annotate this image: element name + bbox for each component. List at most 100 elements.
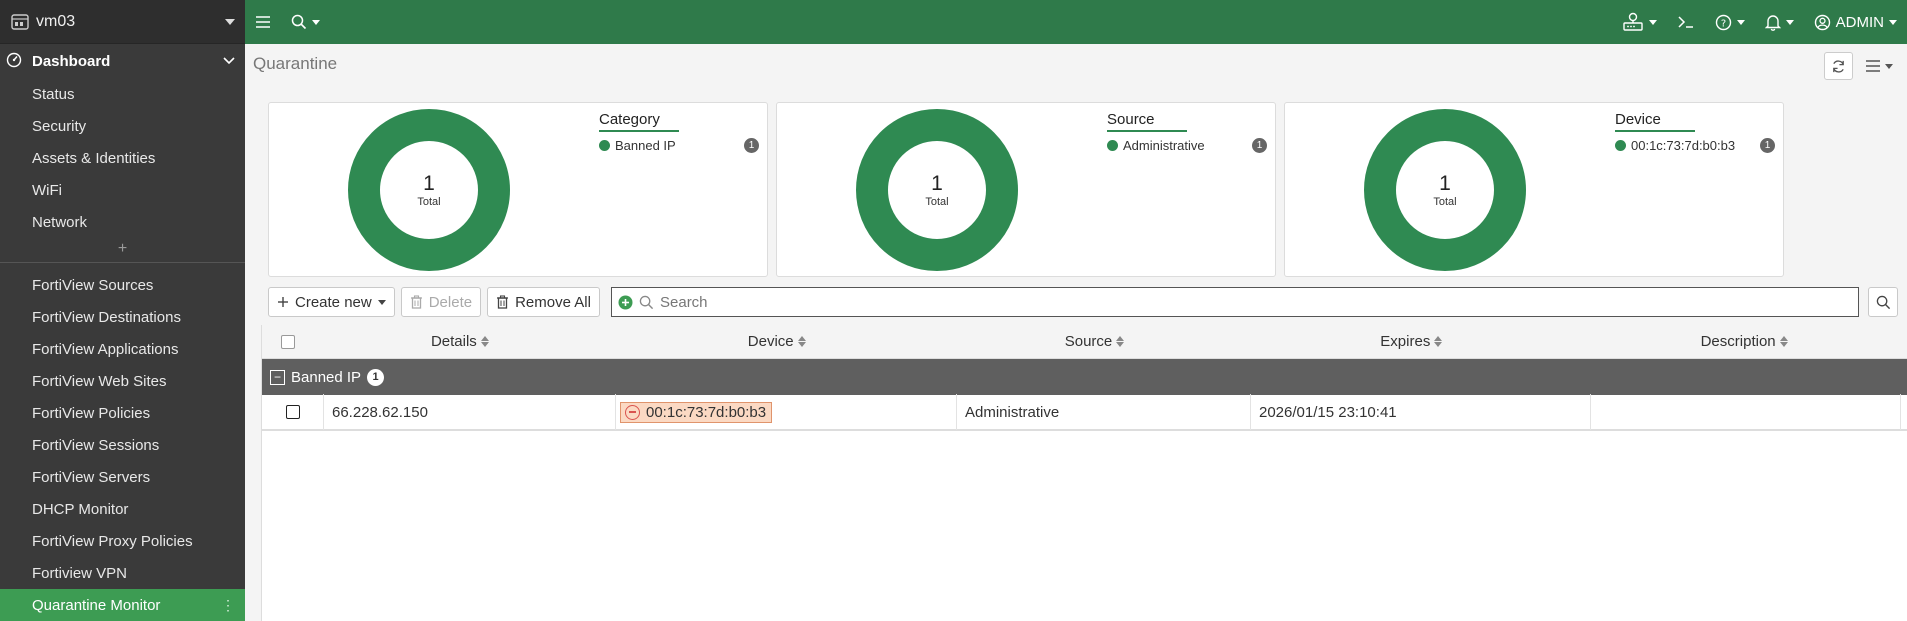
create-new-label: Create new [295,293,372,311]
refresh-button[interactable] [1824,52,1853,80]
device-selector[interactable]: vm03 [0,0,245,44]
column-header-description[interactable]: Description [1581,325,1907,359]
column-header-source[interactable]: Source [948,325,1242,359]
sidebar-item-label: Network [32,213,88,231]
admin-label: ADMIN [1835,13,1884,31]
remove-all-button[interactable]: Remove All [487,287,600,317]
sidebar: vm03 Dashboard Status Security Assets & … [0,0,245,621]
donut-total-value: 1 [931,171,943,195]
column-header-device[interactable]: Device [606,325,948,359]
legend-item[interactable]: Administrative 1 [1107,138,1267,153]
sidebar-item-quarantine-monitor[interactable]: Quarantine Monitor ⋮ [0,589,245,621]
sidebar-item-label: Fortiview VPN [32,564,128,582]
sidebar-item-fortiview-web-sites[interactable]: FortiView Web Sites [0,365,245,397]
remove-all-label: Remove All [515,293,591,311]
more-options-icon[interactable]: ⋮ [221,597,235,614]
column-header-label: Details [430,333,477,350]
view-options-button[interactable] [1861,52,1897,80]
donut-total-value: 1 [1439,171,1451,195]
search-icon [1876,295,1890,309]
search-icon [639,295,654,309]
menu-toggle-button[interactable] [245,0,281,44]
sort-icon [797,336,806,347]
sidebar-item-fortiview-servers[interactable]: FortiView Servers [0,461,245,493]
table-toolbar: Create new Delete Remove All [268,287,600,317]
sidebar-section-dashboard[interactable]: Dashboard [0,48,245,74]
sidebar-item-fortiview-proxy-policies[interactable]: FortiView Proxy Policies [0,525,245,557]
sidebar-item-fortiview-sources[interactable]: FortiView Sources [0,269,245,301]
description-cell [1591,394,1901,430]
sidebar-item-label: FortiView Servers [32,468,151,486]
legend-item-label: Administrative [1123,138,1205,153]
delete-button[interactable]: Delete [400,287,482,317]
donut-total-label: Total [1433,195,1457,208]
legend-item-label: 00:1c:73:7d:b0:b3 [1631,138,1736,153]
legend-count-badge: 1 [1760,138,1775,153]
sidebar-item-fortiview-vpn[interactable]: Fortiview VPN [0,557,245,589]
table-row[interactable]: 66.228.62.150 00:1c:73:7d:b0:b3 Administ… [262,394,1907,431]
group-label: Banned IP [291,368,362,386]
divider [0,262,245,263]
legend-title: Category [599,111,679,132]
notifications-button[interactable] [1755,0,1804,44]
legend-count-badge: 1 [744,138,759,153]
column-header-label: Source [1064,333,1113,350]
svg-text:?: ? [1721,18,1726,29]
sidebar-item-label: Security [32,117,87,135]
trash-icon [497,295,509,309]
sidebar-item-fortiview-sessions[interactable]: FortiView Sessions [0,429,245,461]
help-button[interactable]: ? [1705,0,1755,44]
sort-icon [1116,336,1125,347]
sidebar-item-fortiview-destinations[interactable]: FortiView Destinations [0,301,245,333]
refresh-icon [1833,59,1844,73]
column-header-label: Expires [1380,333,1431,350]
page-title: Quarantine [253,54,338,73]
sidebar-item-assets-identities[interactable]: Assets & Identities [0,142,245,174]
source-cell: Administrative [957,394,1251,430]
collapse-icon[interactable]: − [270,369,285,385]
remove-circle-icon [625,404,640,420]
row-checkbox[interactable] [285,405,300,419]
chevron-down-icon [1736,19,1745,25]
search-submit-button[interactable] [1868,287,1898,317]
column-header-details[interactable]: Details [314,325,606,359]
sort-icon [480,336,489,347]
dashboard-label: Dashboard [32,52,111,70]
sidebar-item-fortiview-policies[interactable]: FortiView Policies [0,397,245,429]
select-all-checkbox[interactable] [280,334,295,349]
add-dashboard-button[interactable]: + [0,238,245,260]
legend-item[interactable]: Banned IP 1 [599,138,759,153]
device-cell: 00:1c:73:7d:b0:b3 [616,394,957,430]
sidebar-item-network[interactable]: Network [0,206,245,238]
device-chip[interactable]: 00:1c:73:7d:b0:b3 [620,401,773,423]
chevron-down-icon [312,19,320,25]
sidebar-item-label: FortiView Web Sites [32,372,167,390]
create-new-button[interactable]: Create new [268,287,395,317]
security-fabric-button[interactable] [1612,0,1667,44]
legend-dot-icon [599,140,610,151]
sidebar-item-wifi[interactable]: WiFi [0,174,245,206]
sidebar-item-dhcp-monitor[interactable]: DHCP Monitor [0,493,245,525]
admin-menu-button[interactable]: ADMIN [1804,0,1907,44]
device-icon [10,13,30,31]
global-search-button[interactable] [281,0,330,44]
group-row-banned-ip[interactable]: − Banned IP 1 [262,359,1907,395]
sidebar-item-fortiview-applications[interactable]: FortiView Applications [0,333,245,365]
chart-legend: Source Administrative 1 [1107,111,1267,153]
search-input[interactable] [660,293,1858,311]
cli-console-button[interactable] [1667,0,1705,44]
sort-icon [1434,336,1443,347]
search-icon [291,14,307,30]
legend-item[interactable]: 00:1c:73:7d:b0:b3 1 [1615,138,1775,153]
donut-total-value: 1 [423,171,435,195]
sidebar-item-status[interactable]: Status [0,78,245,110]
summary-cards: 1 Total Category Banned IP 1 1 Total Sou… [268,102,1784,277]
legend-dot-icon [1615,140,1626,151]
sidebar-item-label: FortiView Policies [32,404,151,422]
sidebar-item-security[interactable]: Security [0,110,245,142]
legend-title: Source [1107,111,1187,132]
column-header-expires[interactable]: Expires [1241,325,1581,359]
bell-icon [1764,14,1781,31]
add-filter-icon[interactable] [618,295,633,310]
chevron-down-icon [377,299,386,305]
